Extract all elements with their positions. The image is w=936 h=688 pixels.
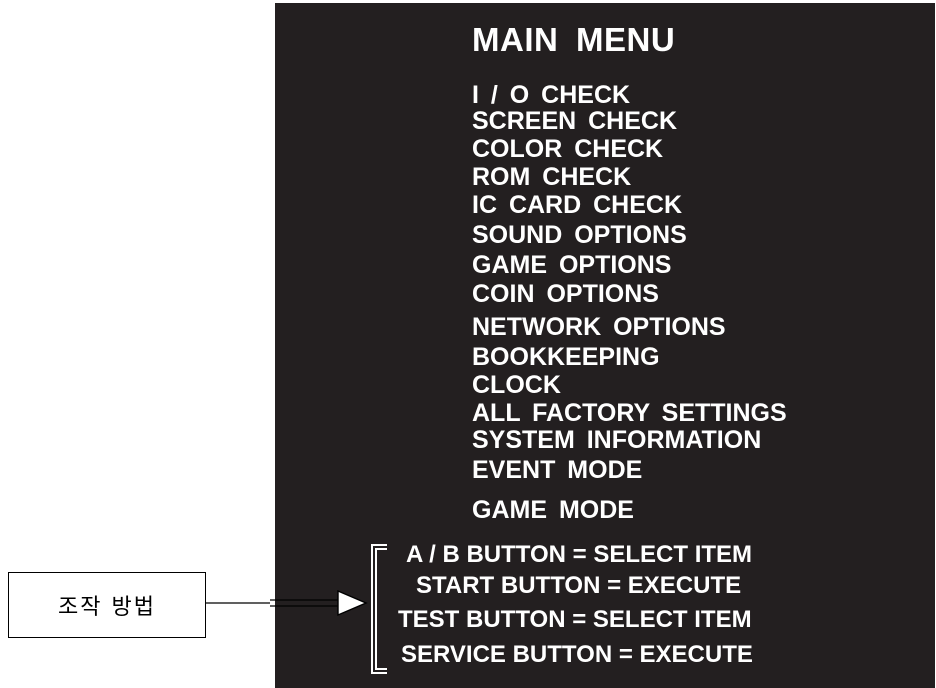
callout-label: 조작 방법 [58, 595, 156, 620]
controls-select-ab: A / B BUTTON = SELECT ITEM [406, 541, 753, 568]
menu-item-game-mode[interactable]: GAME MODE [472, 496, 634, 524]
menu-item-all-factory-settings[interactable]: ALL FACTORY SETTINGS [472, 399, 787, 427]
menu-item-event-mode[interactable]: EVENT MODE [472, 456, 642, 484]
controls-execute-service: SERVICE BUTTON = EXECUTE [401, 641, 753, 668]
callout-arrow-icon [206, 589, 368, 617]
manual-figure: MAIN MENU I / O CHECK SCREEN CHECK COLOR… [0, 0, 936, 688]
menu-item-color-check[interactable]: COLOR CHECK [472, 135, 663, 163]
menu-item-system-information[interactable]: SYSTEM INFORMATION [472, 426, 761, 454]
menu-item-rom-check[interactable]: ROM CHECK [472, 163, 631, 191]
menu-item-io-check[interactable]: I / O CHECK [472, 81, 630, 109]
controls-execute-start: START BUTTON = EXECUTE [416, 572, 742, 599]
callout-label-box: 조작 방법 [8, 572, 206, 638]
controls-select-test: TEST BUTTON = SELECT ITEM [398, 606, 752, 633]
menu-item-bookkeeping[interactable]: BOOKKEEPING [472, 343, 660, 371]
menu-item-clock[interactable]: CLOCK [472, 371, 561, 399]
menu-title: MAIN MENU [472, 21, 676, 58]
menu-item-network-options[interactable]: NETWORK OPTIONS [472, 313, 726, 341]
menu-item-screen-check[interactable]: SCREEN CHECK [472, 107, 677, 135]
menu-item-coin-options[interactable]: COIN OPTIONS [472, 280, 659, 308]
menu-item-sound-options[interactable]: SOUND OPTIONS [472, 221, 687, 249]
menu-item-game-options[interactable]: GAME OPTIONS [472, 251, 671, 279]
menu-item-ic-card-check[interactable]: IC CARD CHECK [472, 191, 682, 219]
